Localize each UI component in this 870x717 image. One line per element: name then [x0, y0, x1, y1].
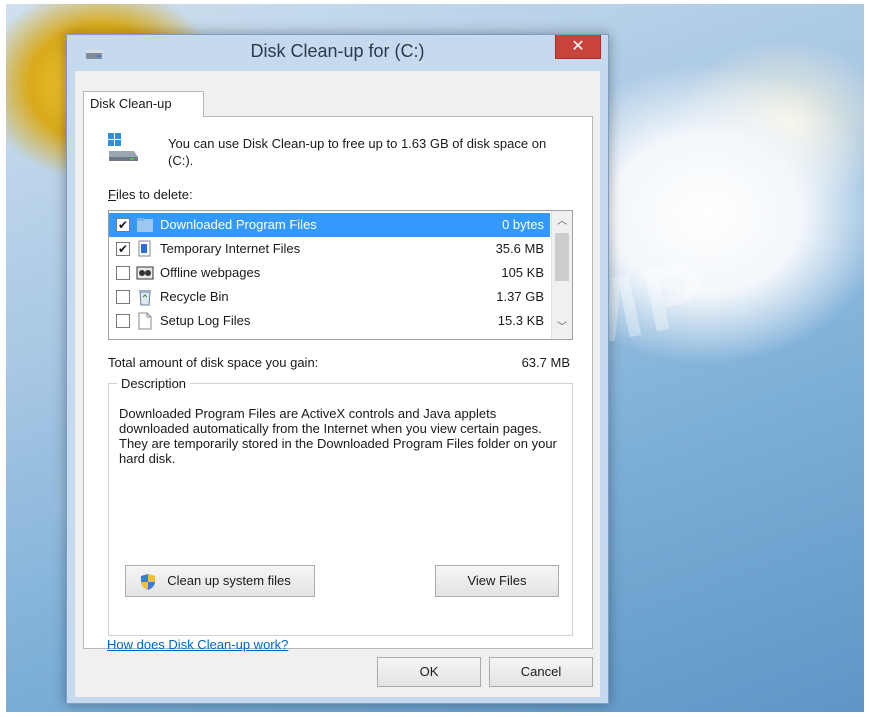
disk-cleanup-dialog: Disk Clean-up for (C:) ✕ Disk Clean-up Y… [66, 34, 609, 704]
uac-shield-icon [141, 574, 155, 590]
checkbox[interactable] [116, 290, 130, 304]
checkbox[interactable]: ✔ [116, 242, 130, 256]
description-group: Description Downloaded Program Files are… [108, 376, 573, 636]
drive-cleanup-icon [108, 133, 138, 161]
document-icon [138, 312, 152, 330]
description-title: Description [117, 376, 191, 391]
view-files-button[interactable]: View Files [435, 565, 559, 597]
description-text: Downloaded Program Files are ActiveX con… [119, 406, 557, 466]
recycle-bin-icon [139, 290, 151, 306]
file-name: Offline webpages [160, 265, 261, 280]
list-scrollbar[interactable]: ︿ ﹀ [551, 211, 572, 339]
file-size: 35.6 MB [495, 241, 544, 256]
clean-up-system-files-button[interactable]: Clean up system files [125, 565, 315, 597]
list-item[interactable]: Setup Log Files 15.3 KB [109, 309, 550, 333]
total-space-label: Total amount of disk space you gain: [108, 355, 319, 370]
window-title: Disk Clean-up for (C:) [250, 41, 425, 61]
files-label-rest: iles to delete: [115, 187, 193, 202]
checkbox[interactable] [116, 314, 130, 328]
file-size: 0 bytes [502, 217, 544, 232]
chevron-down-icon[interactable]: ﹀ [552, 319, 572, 337]
ok-button[interactable]: OK [377, 657, 481, 687]
help-link[interactable]: How does Disk Clean-up work? [107, 637, 288, 652]
close-icon: ✕ [571, 36, 585, 55]
tab-panel: You can use Disk Clean-up to free up to … [83, 116, 593, 649]
cancel-button[interactable]: Cancel [489, 657, 593, 687]
clean-up-system-files-label: Clean up system files [167, 573, 291, 588]
dialog-client-area: Disk Clean-up You can use Disk Clean-up … [75, 71, 600, 697]
scroll-thumb[interactable] [555, 233, 569, 281]
intro-text: You can use Disk Clean-up to free up to … [168, 136, 547, 168]
list-item[interactable]: Recycle Bin 1.37 GB [109, 285, 550, 309]
file-size: 15.3 KB [497, 313, 544, 328]
file-size: 1.37 GB [496, 289, 544, 304]
internet-files-icon [138, 240, 151, 257]
checkbox[interactable] [116, 266, 130, 280]
file-name: Recycle Bin [160, 289, 229, 304]
file-name: Setup Log Files [160, 313, 251, 328]
files-to-delete-list[interactable]: ✔ Downloaded Program Files 0 bytes ✔ Tem… [108, 210, 573, 340]
total-space-value: 63.7 MB [521, 355, 570, 370]
file-name: Temporary Internet Files [160, 241, 301, 256]
file-name: Downloaded Program Files [160, 217, 317, 232]
title-bar[interactable]: Disk Clean-up for (C:) ✕ [67, 35, 608, 71]
desktop-background: MP Disk Clean-up for (C:) ✕ Disk Clean-u… [6, 4, 864, 712]
file-size: 105 KB [501, 265, 544, 280]
list-item[interactable]: ✔ Downloaded Program Files 0 bytes [109, 213, 550, 237]
folder-icon [137, 218, 153, 232]
chevron-up-icon[interactable]: ︿ [552, 213, 572, 231]
list-item[interactable]: Offline webpages 105 KB [109, 261, 550, 285]
close-button[interactable]: ✕ [555, 35, 601, 59]
checkbox[interactable]: ✔ [116, 218, 130, 232]
list-item[interactable]: ✔ Temporary Internet Files 35.6 MB [109, 237, 550, 261]
files-to-delete-label: Files to delete: [108, 187, 193, 202]
tab-disk-cleanup[interactable]: Disk Clean-up [83, 91, 204, 117]
offline-webpages-icon [136, 266, 154, 280]
